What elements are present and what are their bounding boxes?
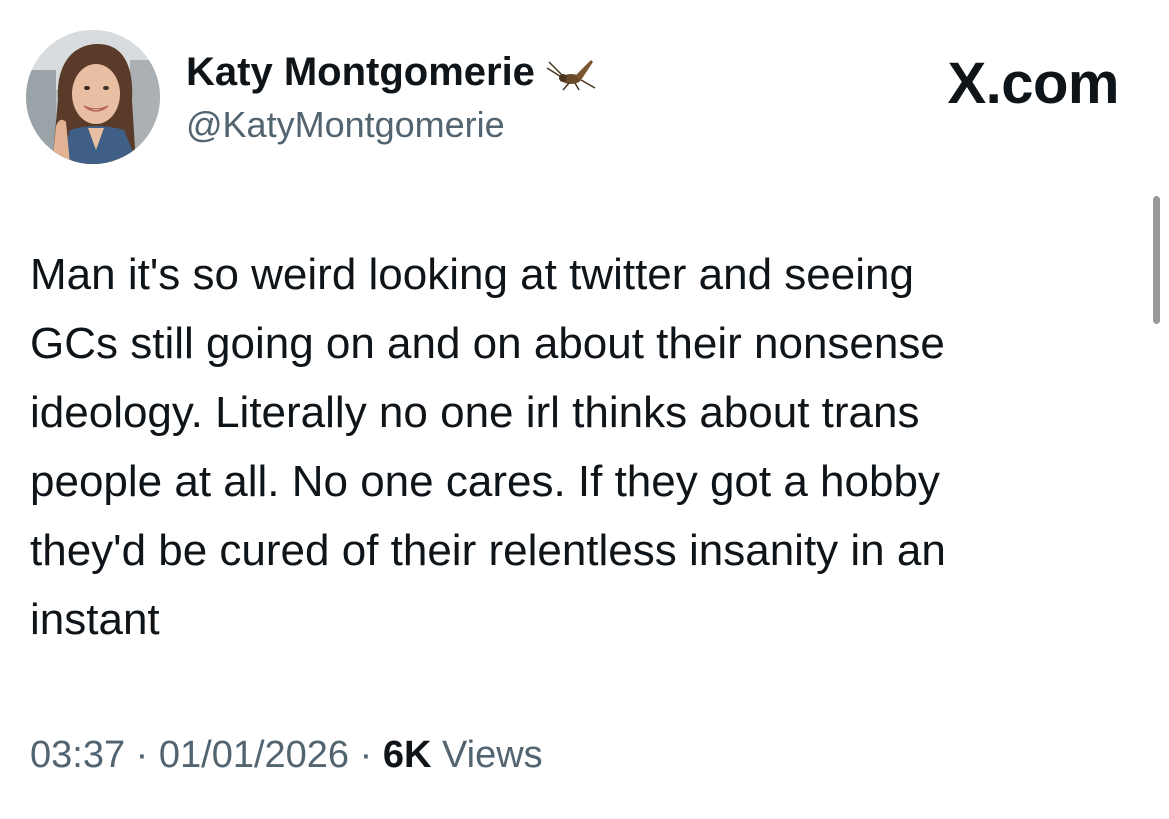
meta-separator: · (359, 734, 373, 776)
tweet-date[interactable]: 01/01/2026 (159, 734, 349, 776)
tweet-time[interactable]: 03:37 (30, 734, 125, 776)
scrollbar[interactable] (1153, 196, 1160, 324)
brand-watermark: X.com (947, 51, 1119, 116)
tweet-meta: 03:37 · 01/01/2026 · 6K Views (30, 734, 543, 777)
author-display-name[interactable]: Katy Montgomerie (186, 50, 535, 95)
views-label: Views (441, 734, 543, 776)
views-count: 6K (382, 734, 432, 776)
author-handle[interactable]: @KatyMontgomerie (186, 104, 505, 146)
avatar-photo (26, 30, 160, 164)
avatar[interactable] (26, 30, 160, 164)
tweet-text: Man it's so weird looking at twitter and… (30, 250, 946, 644)
author-name-row: Katy Montgomerie (186, 46, 597, 98)
cricket-icon (546, 60, 596, 91)
meta-separator: · (135, 734, 149, 776)
